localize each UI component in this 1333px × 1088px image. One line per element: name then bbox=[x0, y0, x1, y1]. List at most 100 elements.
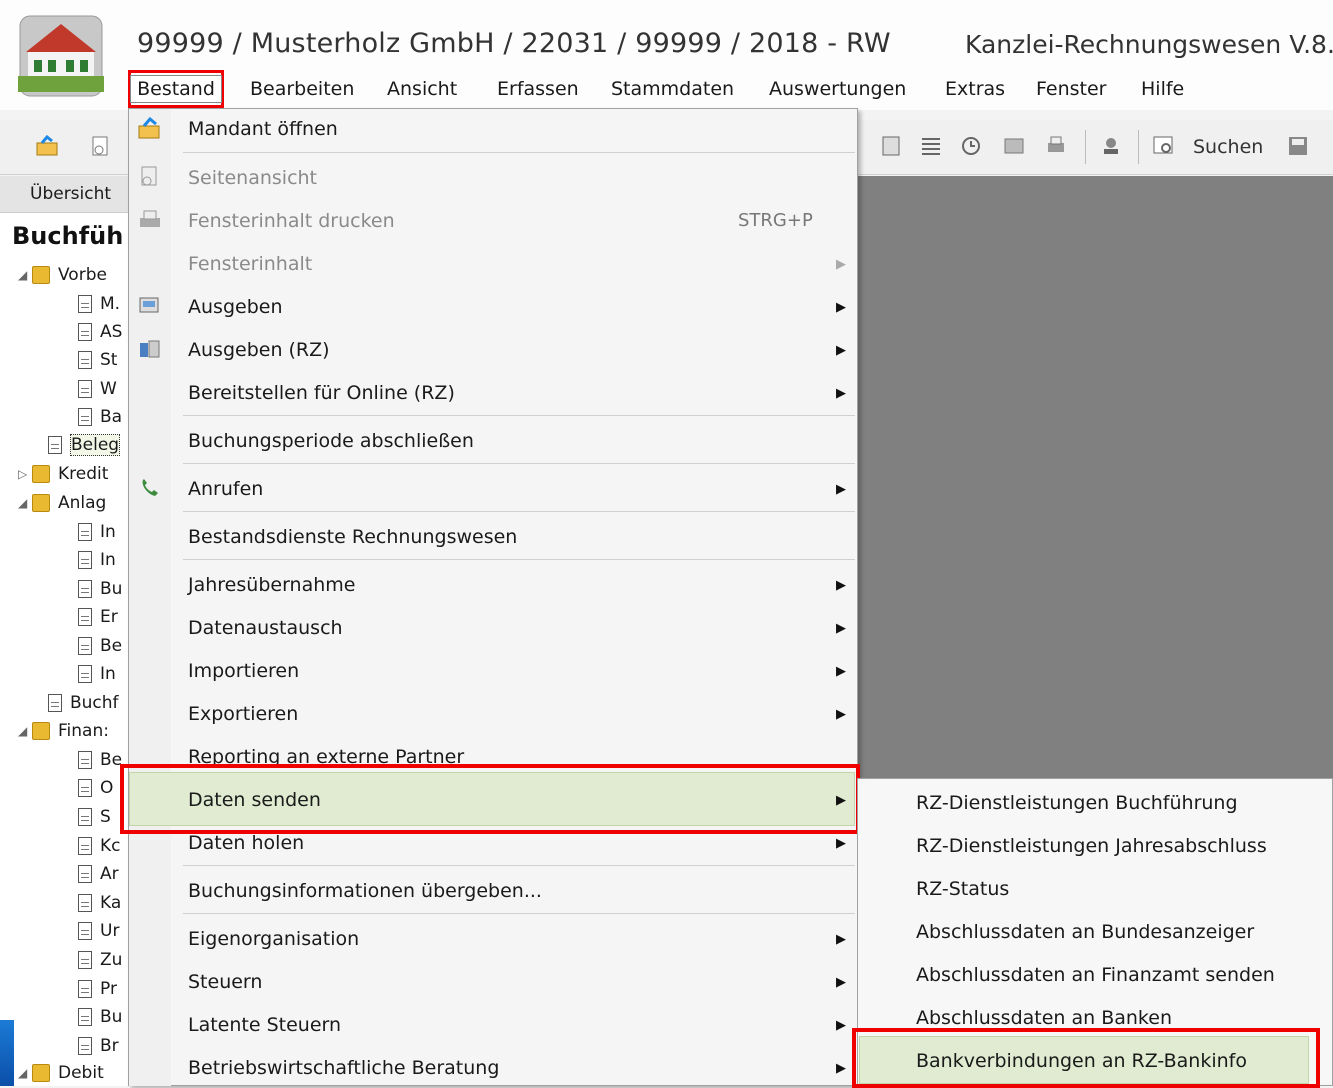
history-icon[interactable] bbox=[960, 135, 982, 157]
menu-item-importieren[interactable]: Importieren bbox=[188, 660, 299, 682]
menu-item-steuern[interactable]: Steuern bbox=[188, 971, 262, 993]
tree-item[interactable]: In bbox=[78, 517, 130, 546]
tree-item-label: Ar bbox=[100, 863, 119, 884]
menu-item-exportieren[interactable]: Exportieren bbox=[188, 703, 298, 725]
search-icon[interactable] bbox=[1152, 135, 1174, 157]
phone-icon bbox=[138, 477, 162, 499]
submenu-item-bundesanzeiger[interactable]: Abschlussdaten an Bundesanzeiger bbox=[916, 921, 1254, 943]
menu-separator bbox=[183, 865, 855, 866]
menu-item-buchungsinformationen[interactable]: Buchungsinformationen übergeben... bbox=[188, 880, 542, 902]
tree-item[interactable]: Ur bbox=[78, 916, 130, 945]
submenu-item-rz-buchfuehrung[interactable]: RZ-Dienstleistungen Buchführung bbox=[916, 792, 1238, 814]
menu-ansicht[interactable]: Ansicht bbox=[387, 78, 457, 100]
tree-folder[interactable]: ▷ Kredit bbox=[18, 459, 130, 488]
menu-item-mandant-oeffnen[interactable]: Mandant öffnen bbox=[188, 118, 338, 140]
tree-item[interactable]: AS bbox=[78, 317, 130, 346]
tree-item[interactable]: Bu bbox=[78, 1002, 130, 1031]
menu-separator bbox=[183, 152, 855, 153]
search-button-label[interactable]: Suchen bbox=[1193, 136, 1263, 158]
menu-item-bestandsdienste[interactable]: Bestandsdienste Rechnungswesen bbox=[188, 526, 517, 548]
menu-stammdaten[interactable]: Stammdaten bbox=[611, 78, 734, 100]
tree-item-label: Kredit bbox=[58, 463, 109, 484]
tree-folder[interactable]: ◢ Finan: bbox=[18, 716, 130, 745]
tree-item[interactable]: Ka bbox=[78, 888, 130, 917]
desktop-edge bbox=[0, 1020, 14, 1086]
menu-bearbeiten[interactable]: Bearbeiten bbox=[250, 78, 354, 100]
menu-item-seitenansicht[interactable]: Seitenansicht bbox=[188, 167, 317, 189]
open-folder-icon[interactable] bbox=[36, 134, 58, 157]
tree-item-label: M. bbox=[100, 293, 121, 314]
tree-item[interactable]: Be bbox=[78, 631, 130, 660]
tree-item[interactable]: Er bbox=[78, 602, 130, 631]
app-logo-icon bbox=[18, 14, 104, 98]
menu-item-ausgeben-rz[interactable]: Ausgeben (RZ) bbox=[188, 339, 330, 361]
tree-item-selected[interactable]: Beleg bbox=[48, 430, 130, 459]
tree-item[interactable]: W bbox=[78, 374, 130, 403]
save-icon[interactable] bbox=[1287, 135, 1309, 157]
tree-item[interactable]: Ba bbox=[78, 402, 130, 431]
tree-item[interactable]: Pr bbox=[78, 974, 130, 1003]
tree-item-label: Er bbox=[100, 606, 118, 627]
collapse-arrow-icon[interactable]: ◢ bbox=[18, 724, 32, 738]
menu-item-daten-holen[interactable]: Daten holen bbox=[188, 832, 304, 854]
menu-item-datenaustausch[interactable]: Datenaustausch bbox=[188, 617, 343, 639]
tree-item[interactable]: Br bbox=[78, 1031, 130, 1060]
overview-tab[interactable]: Übersicht bbox=[30, 184, 111, 204]
menu-item-bereitstellen-online[interactable]: Bereitstellen für Online (RZ) bbox=[188, 382, 455, 404]
menu-bestand[interactable]: Bestand bbox=[128, 70, 224, 108]
tree-folder[interactable]: ◢ Vorbe bbox=[18, 260, 130, 289]
tree-item[interactable]: Kc bbox=[78, 831, 130, 860]
document-icon bbox=[48, 435, 62, 454]
menu-extras[interactable]: Extras bbox=[945, 78, 1005, 100]
tree-item-label: Be bbox=[100, 635, 123, 656]
menu-fenster[interactable]: Fenster bbox=[1036, 78, 1106, 100]
print-icon bbox=[138, 209, 162, 231]
page-view-icon[interactable] bbox=[90, 135, 112, 157]
submenu-item-rz-jahresabschluss[interactable]: RZ-Dienstleistungen Jahresabschluss bbox=[916, 835, 1267, 857]
tree-item[interactable]: In bbox=[78, 659, 130, 688]
document-icon[interactable] bbox=[880, 135, 902, 157]
collapse-arrow-icon[interactable]: ◢ bbox=[18, 1066, 32, 1080]
tree-item-label: Anlag bbox=[58, 492, 107, 513]
menu-hilfe[interactable]: Hilfe bbox=[1141, 78, 1184, 100]
tree-folder[interactable]: ◢ Debit bbox=[18, 1058, 130, 1087]
submenu-arrow-icon: ▶ bbox=[836, 707, 846, 722]
folder-icon bbox=[32, 464, 50, 483]
collapse-arrow-icon[interactable]: ◢ bbox=[18, 268, 32, 282]
menu-item-jahresuebernahme[interactable]: Jahresübernahme bbox=[188, 574, 355, 596]
tree-item-label: S bbox=[100, 806, 111, 827]
tree-item[interactable]: Ar bbox=[78, 859, 130, 888]
submenu-item-rz-status[interactable]: RZ-Status bbox=[916, 878, 1009, 900]
menu-auswertungen[interactable]: Auswertungen bbox=[769, 78, 906, 100]
menu-item-betriebswirtschaftliche-beratung[interactable]: Betriebswirtschaftliche Beratung bbox=[188, 1057, 499, 1079]
tree-item-label: St bbox=[100, 349, 118, 370]
menu-item-ausgeben[interactable]: Ausgeben bbox=[188, 296, 282, 318]
tree-item-label: Buchf bbox=[70, 692, 119, 713]
tree-item-label: Br bbox=[100, 1035, 119, 1056]
tree-item[interactable]: Bu bbox=[78, 574, 130, 603]
menu-item-latente-steuern[interactable]: Latente Steuern bbox=[188, 1014, 341, 1036]
tree-item-label: Zu bbox=[100, 949, 123, 970]
menu-item-anrufen[interactable]: Anrufen bbox=[188, 478, 263, 500]
tree-item-label: Beleg bbox=[70, 433, 121, 456]
tree-item[interactable]: Zu bbox=[78, 945, 130, 974]
expand-arrow-icon[interactable]: ▷ bbox=[18, 467, 32, 481]
menu-erfassen[interactable]: Erfassen bbox=[497, 78, 579, 100]
menu-item-buchungsperiode-abschliessen[interactable]: Buchungsperiode abschließen bbox=[188, 430, 474, 452]
menu-item-fensterinhalt[interactable]: Fensterinhalt bbox=[188, 253, 312, 275]
note-icon[interactable] bbox=[1003, 135, 1025, 157]
submenu-item-finanzamt[interactable]: Abschlussdaten an Finanzamt senden bbox=[916, 964, 1275, 986]
tree-item[interactable]: Buchf bbox=[48, 688, 130, 717]
tree-item[interactable]: St bbox=[78, 345, 130, 374]
submenu-item-banken[interactable]: Abschlussdaten an Banken bbox=[916, 1007, 1172, 1029]
print-icon[interactable] bbox=[1045, 135, 1067, 157]
stamp-icon[interactable] bbox=[1100, 135, 1122, 157]
list-icon[interactable] bbox=[920, 135, 942, 157]
collapse-arrow-icon[interactable]: ◢ bbox=[18, 496, 32, 510]
tree-folder[interactable]: ◢ Anlag bbox=[18, 488, 130, 517]
tree-item[interactable]: M. bbox=[78, 289, 130, 318]
menu-item-eigenorganisation[interactable]: Eigenorganisation bbox=[188, 928, 359, 950]
document-icon bbox=[78, 664, 92, 683]
tree-item[interactable]: In bbox=[78, 545, 130, 574]
menu-item-fensterinhalt-drucken[interactable]: Fensterinhalt drucken bbox=[188, 210, 395, 232]
